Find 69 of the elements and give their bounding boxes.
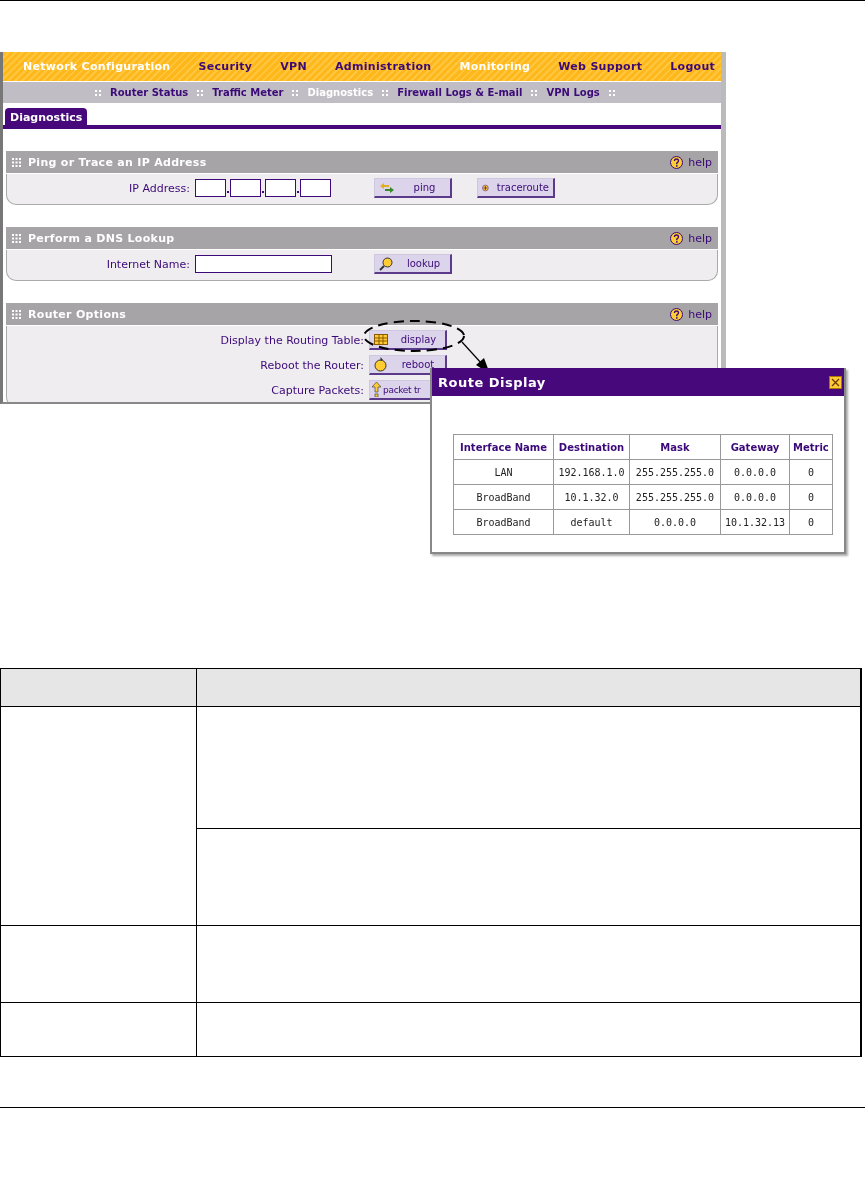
- field-label: Internet Name:: [105, 257, 191, 271]
- separator-dots: [608, 89, 615, 96]
- help-link[interactable]: help: [688, 231, 712, 245]
- column-header: Metric: [789, 434, 833, 460]
- column-header: Gateway: [720, 434, 790, 460]
- sub-nav-link[interactable]: VPN Logs: [546, 87, 600, 98]
- field-label: IP Address:: [128, 181, 191, 195]
- column-header: Interface Name: [453, 434, 554, 460]
- field-label: Display the Routing Table:: [219, 333, 365, 347]
- field-label: Reboot the Router:: [259, 358, 365, 372]
- field-label: Capture Packets:: [270, 383, 365, 397]
- table-icon: [374, 334, 388, 345]
- nav-link[interactable]: Security: [198, 60, 253, 73]
- table-cell: 255.255.255.0: [629, 484, 721, 510]
- sub-nav-link[interactable]: Firewall Logs & E-mail: [397, 87, 523, 98]
- nav-link[interactable]: Administration: [334, 60, 432, 73]
- table-cell: LAN: [453, 459, 554, 485]
- table-cell: 0: [789, 484, 833, 510]
- table-cell: 0: [789, 509, 833, 535]
- traceroute-button[interactable]: traceroute: [477, 178, 555, 198]
- arrows-icon: [379, 182, 395, 193]
- ip-octet-field[interactable]: [195, 179, 226, 197]
- help-link[interactable]: help: [688, 155, 712, 169]
- separator-dots: [197, 89, 204, 96]
- sub-nav-link[interactable]: Router Status: [110, 87, 189, 98]
- grip-icon: [12, 157, 21, 167]
- power-icon: [374, 357, 387, 372]
- table-cell: 192.168.1.0: [553, 459, 630, 485]
- table-cell: 10.1.32.0: [553, 484, 630, 510]
- nav-link[interactable]: Logout: [670, 60, 716, 73]
- display-button[interactable]: display: [369, 330, 447, 350]
- help-icon[interactable]: [670, 155, 684, 169]
- column-header: Destination: [553, 434, 630, 460]
- upload-icon: [372, 382, 381, 397]
- input-field[interactable]: [195, 255, 332, 273]
- help-icon[interactable]: [670, 231, 684, 245]
- separator-dots: [382, 89, 389, 96]
- table-cell: default: [553, 509, 630, 535]
- section-title: Ping or Trace an IP Address: [28, 155, 208, 169]
- ip-octet-field[interactable]: [265, 179, 296, 197]
- section-title: Router Options: [28, 307, 128, 321]
- column-header: Mask: [629, 434, 721, 460]
- separator-dots: [292, 89, 299, 96]
- sub-nav-link[interactable]: Traffic Meter: [212, 87, 284, 98]
- table-cell: 10.1.32.13: [720, 509, 790, 535]
- nav-link[interactable]: VPN: [280, 60, 307, 73]
- table-cell: BroadBand: [453, 509, 554, 535]
- separator-dots: [531, 89, 538, 96]
- section-title: Perform a DNS Lookup: [28, 231, 176, 245]
- grip-icon: [12, 233, 21, 243]
- table-cell: 0.0.0.0: [720, 484, 790, 510]
- reboot-button[interactable]: reboot: [369, 355, 447, 375]
- separator-dots: [95, 89, 101, 96]
- magnifier-icon: [379, 256, 393, 271]
- nav-link[interactable]: Web Support: [558, 60, 643, 73]
- help-link[interactable]: help: [688, 307, 712, 321]
- lookup-button[interactable]: lookup: [374, 254, 452, 274]
- ping-button[interactable]: ping: [374, 178, 452, 198]
- table-cell: 0: [789, 459, 833, 485]
- ip-octet-field[interactable]: [230, 179, 261, 197]
- table-cell: 255.255.255.0: [629, 459, 721, 485]
- table-cell: BroadBand: [453, 484, 554, 510]
- grip-icon: [12, 309, 21, 319]
- table-cell: 0.0.0.0: [720, 459, 790, 485]
- help-icon[interactable]: [670, 307, 684, 321]
- tab[interactable]: Diagnostics: [5, 108, 88, 125]
- ip-octet-field[interactable]: [300, 179, 331, 197]
- close-icon[interactable]: [829, 375, 842, 389]
- table-cell: 0.0.0.0: [629, 509, 721, 535]
